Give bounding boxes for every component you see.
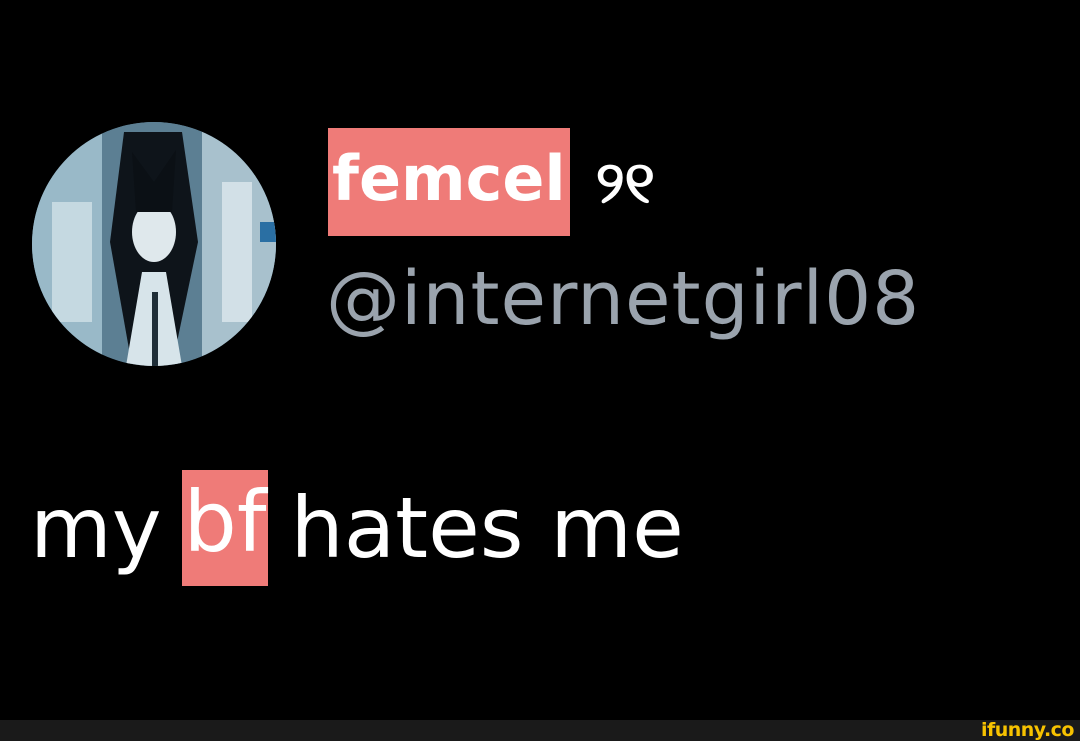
anime-girl-avatar-icon bbox=[32, 122, 276, 366]
ifunny-watermark: ifunny.co bbox=[980, 719, 1075, 741]
watermark-bar: ifunny.co bbox=[0, 720, 1080, 741]
tweet-text-before: my bbox=[30, 479, 162, 577]
tweet-text-highlight: bf bbox=[181, 470, 269, 586]
user-handle[interactable]: @internetgirl08 bbox=[326, 262, 920, 336]
display-name[interactable]: femcel bbox=[328, 128, 570, 236]
tweet-text: my bf hates me bbox=[30, 466, 684, 590]
display-name-row: femcel ୨୧ bbox=[328, 126, 655, 238]
name-symbol: ୨୧ bbox=[595, 148, 655, 216]
tweet-text-after: hates me bbox=[290, 479, 684, 577]
avatar[interactable] bbox=[32, 122, 276, 366]
tweet-card: femcel ୨୧ @internetgirl08 my bf hates me bbox=[0, 0, 1080, 720]
